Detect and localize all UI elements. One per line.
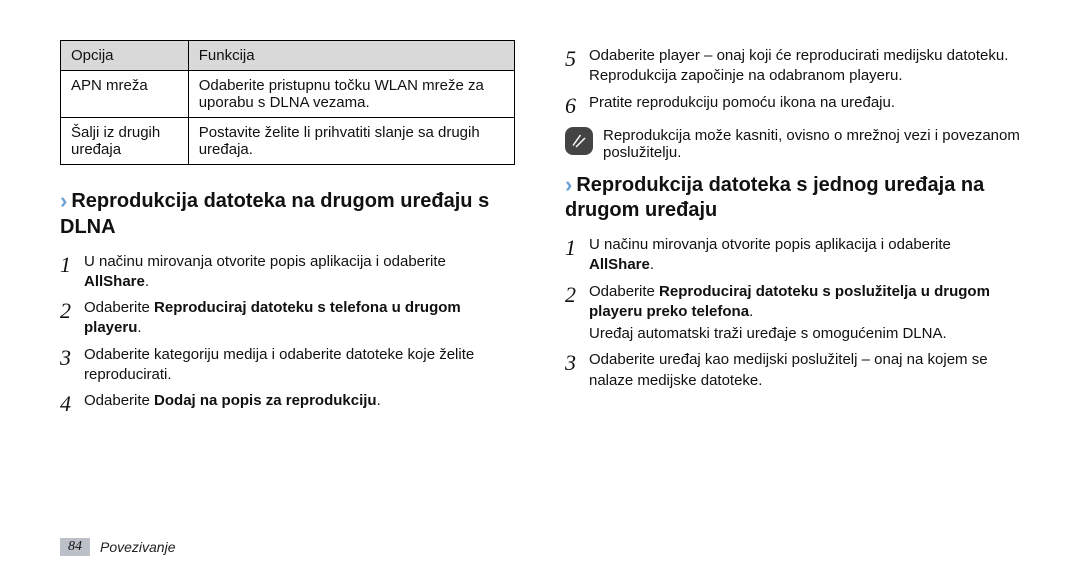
step-number: 3 <box>60 345 84 386</box>
section-heading-right: ›Reprodukcija datoteka s jednog uređaja … <box>565 171 1020 224</box>
page-footer: 84 Povezivanje <box>60 538 176 556</box>
step-2: 2 Odaberite Reproduciraj datoteku s tele… <box>60 298 515 339</box>
table-row: Šalji iz drugih uređaja Postavite želite… <box>61 118 515 165</box>
step-1: 1 U načinu mirovanja otvorite popis apli… <box>565 235 1020 276</box>
options-table: Opcija Funkcija APN mreža Odaberite pris… <box>60 40 515 165</box>
step-4: 4 Odaberite Dodaj na popis za reprodukci… <box>60 391 515 415</box>
step-5: 5 Odaberite player – onaj koji će reprod… <box>565 46 1020 87</box>
note-icon <box>565 127 593 155</box>
right-column: 5 Odaberite player – onaj koji će reprod… <box>565 40 1020 540</box>
cell-option: APN mreža <box>61 71 189 118</box>
step-3: 3 Odaberite uređaj kao medijski poslužit… <box>565 350 1020 391</box>
section-heading-left: ›Reprodukcija datoteka na drugom uređaju… <box>60 187 515 240</box>
step-number: 3 <box>565 350 589 391</box>
step-number: 4 <box>60 391 84 415</box>
th-option: Opcija <box>61 41 189 71</box>
cell-option: Šalji iz drugih uređaja <box>61 118 189 165</box>
th-function: Funkcija <box>188 41 514 71</box>
note-text: Reprodukcija može kasniti, ovisno o mrež… <box>603 127 1020 161</box>
step-1: 1 U načinu mirovanja otvorite popis apli… <box>60 252 515 293</box>
step-number: 6 <box>565 93 589 117</box>
step-number: 1 <box>565 235 589 276</box>
step-subtext: Uređaj automatski traži uređaje s omoguć… <box>589 324 1020 344</box>
page-number: 84 <box>60 538 90 556</box>
left-column: Opcija Funkcija APN mreža Odaberite pris… <box>60 40 515 540</box>
cell-function: Postavite želite li prihvatiti slanje sa… <box>188 118 514 165</box>
chevron-icon: › <box>60 188 67 213</box>
step-6: 6 Pratite reprodukciju pomoću ikona na u… <box>565 93 1020 117</box>
step-number: 5 <box>565 46 589 87</box>
step-3: 3 Odaberite kategoriju medija i odaberit… <box>60 345 515 386</box>
step-number: 2 <box>565 282 589 345</box>
note-block: Reprodukcija može kasniti, ovisno o mrež… <box>565 127 1020 161</box>
step-number: 1 <box>60 252 84 293</box>
table-row: APN mreža Odaberite pristupnu točku WLAN… <box>61 71 515 118</box>
cell-function: Odaberite pristupnu točku WLAN mreže za … <box>188 71 514 118</box>
step-2: 2 Odaberite Reproduciraj datoteku s posl… <box>565 282 1020 345</box>
footer-section: Povezivanje <box>100 539 176 555</box>
chevron-icon: › <box>565 172 572 197</box>
step-number: 2 <box>60 298 84 339</box>
